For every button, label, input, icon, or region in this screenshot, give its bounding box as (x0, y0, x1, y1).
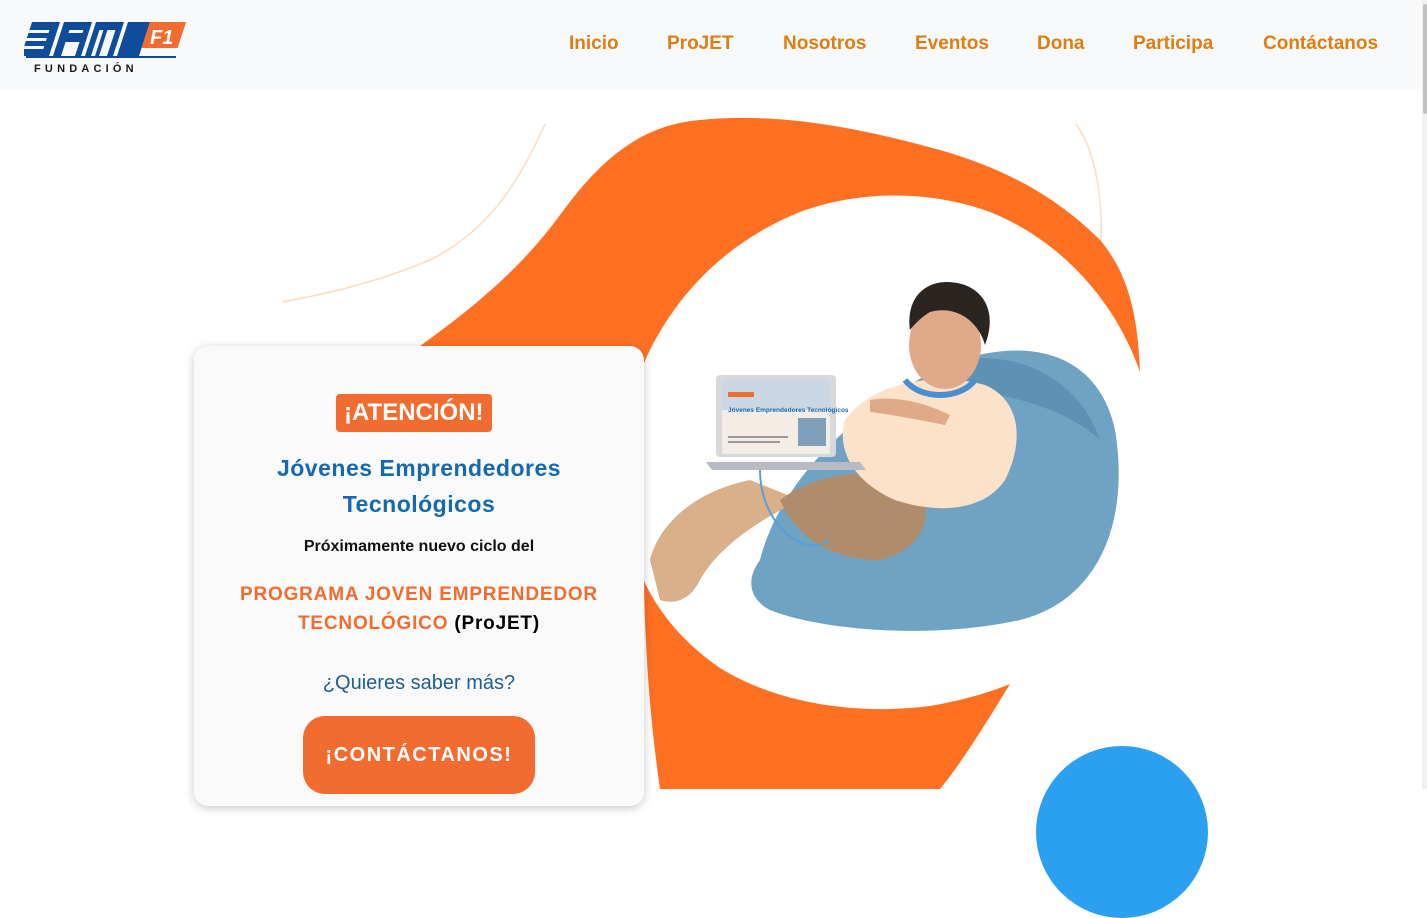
program-short-name: (ProJET) (454, 613, 540, 634)
svg-text:Jóvenes Emprendedores Tecnológ: Jóvenes Emprendedores Tecnológicos (728, 407, 849, 414)
program-name-line: TECNOLÓGICO (298, 613, 449, 634)
nav-dona[interactable]: Dona (1037, 33, 1085, 55)
card-title: Jóvenes Emprendedores Tecnológicos (194, 450, 644, 522)
svg-text:FUNDACIÓN: FUNDACIÓN (34, 62, 138, 75)
card-subtitle: Próximamente nuevo ciclo del (303, 538, 535, 555)
card-title-line: Jóvenes Emprendedores (276, 455, 562, 481)
contact-us-button[interactable]: ¡CONTÁCTANOS! (303, 716, 535, 794)
nav-participa[interactable]: Participa (1133, 33, 1213, 55)
nav-inicio[interactable]: Inicio (569, 33, 619, 55)
navbar: F1 FUNDACIÓN Inicio ProJET Nosotros Even… (0, 0, 1427, 89)
card-title-line: Tecnológicos (342, 491, 496, 517)
nav-projet[interactable]: ProJET (667, 33, 734, 55)
nav-contactanos[interactable]: Contáctanos (1263, 33, 1378, 55)
more-info-question: ¿Quieres saber más? (322, 672, 516, 694)
decorative-curve (281, 123, 546, 303)
program-name: PROGRAMA JOVEN EMPRENDEDOR TECNOLÓGICO (… (214, 580, 624, 638)
promo-card: ¡ATENCIÓN! Jóvenes Emprendedores Tecnoló… (194, 346, 644, 806)
main-nav: Inicio ProJET Nosotros Eventos Dona Part… (0, 33, 1427, 57)
attention-badge: ¡ATENCIÓN! (336, 394, 492, 432)
nav-eventos[interactable]: Eventos (915, 33, 989, 55)
blue-circle-decoration (1036, 746, 1208, 918)
nav-nosotros[interactable]: Nosotros (783, 33, 866, 55)
program-name-line: PROGRAMA JOVEN EMPRENDEDOR (240, 584, 598, 605)
